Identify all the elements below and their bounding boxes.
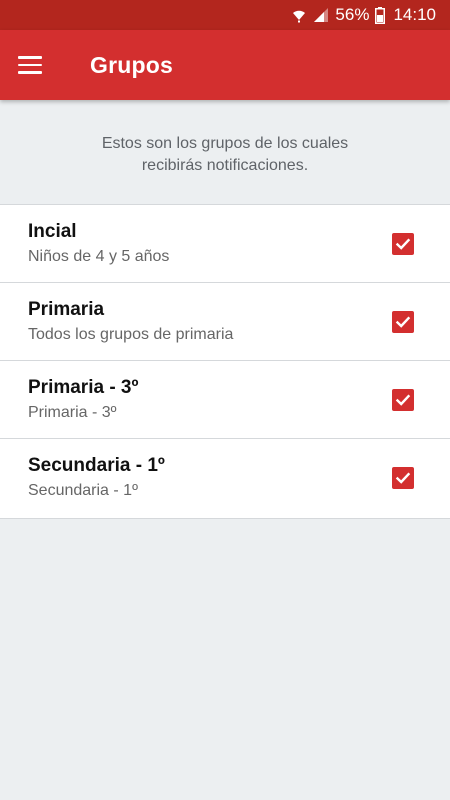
check-icon — [395, 394, 411, 406]
wifi-icon — [291, 7, 307, 23]
group-name: Primaria — [28, 299, 105, 320]
group-name: Primaria - 3º — [28, 377, 139, 398]
group-checkbox[interactable] — [392, 389, 414, 411]
group-description: Primaria - 3º — [28, 404, 117, 421]
hamburger-menu-icon[interactable] — [0, 30, 60, 100]
check-icon — [395, 238, 411, 250]
group-row[interactable]: Primaria Todos los grupos de primaria — [0, 283, 450, 361]
battery-icon — [375, 6, 386, 24]
group-checkbox[interactable] — [392, 467, 414, 489]
intro-text: Estos son los grupos de los cuales recib… — [0, 100, 450, 204]
intro-text-label: Estos son los grupos de los cuales recib… — [101, 135, 349, 174]
group-row[interactable]: Incial Niños de 4 y 5 años — [0, 205, 450, 283]
group-description: Niños de 4 y 5 años — [28, 248, 170, 265]
group-name: Incial — [28, 221, 77, 242]
app-bar: Grupos — [0, 30, 450, 100]
group-row[interactable]: Primaria - 3º Primaria - 3º — [0, 361, 450, 439]
page-title: Grupos — [90, 51, 173, 78]
clock: 14:10 — [393, 5, 436, 24]
group-description: Secundaria - 1º — [28, 482, 138, 499]
group-row[interactable]: Secundaria - 1º Secundaria - 1º — [0, 439, 450, 518]
status-bar: 56% 14:10 — [0, 0, 450, 30]
battery-percent: 56% — [335, 5, 370, 24]
check-icon — [395, 472, 411, 484]
signal-icon — [313, 7, 329, 23]
group-checkbox[interactable] — [392, 233, 414, 255]
check-icon — [395, 316, 411, 328]
group-checkbox[interactable] — [392, 311, 414, 333]
group-name: Secundaria - 1º — [28, 455, 165, 476]
group-description: Todos los grupos de primaria — [28, 326, 234, 343]
groups-list: Incial Niños de 4 y 5 años Primaria Todo… — [0, 204, 450, 519]
